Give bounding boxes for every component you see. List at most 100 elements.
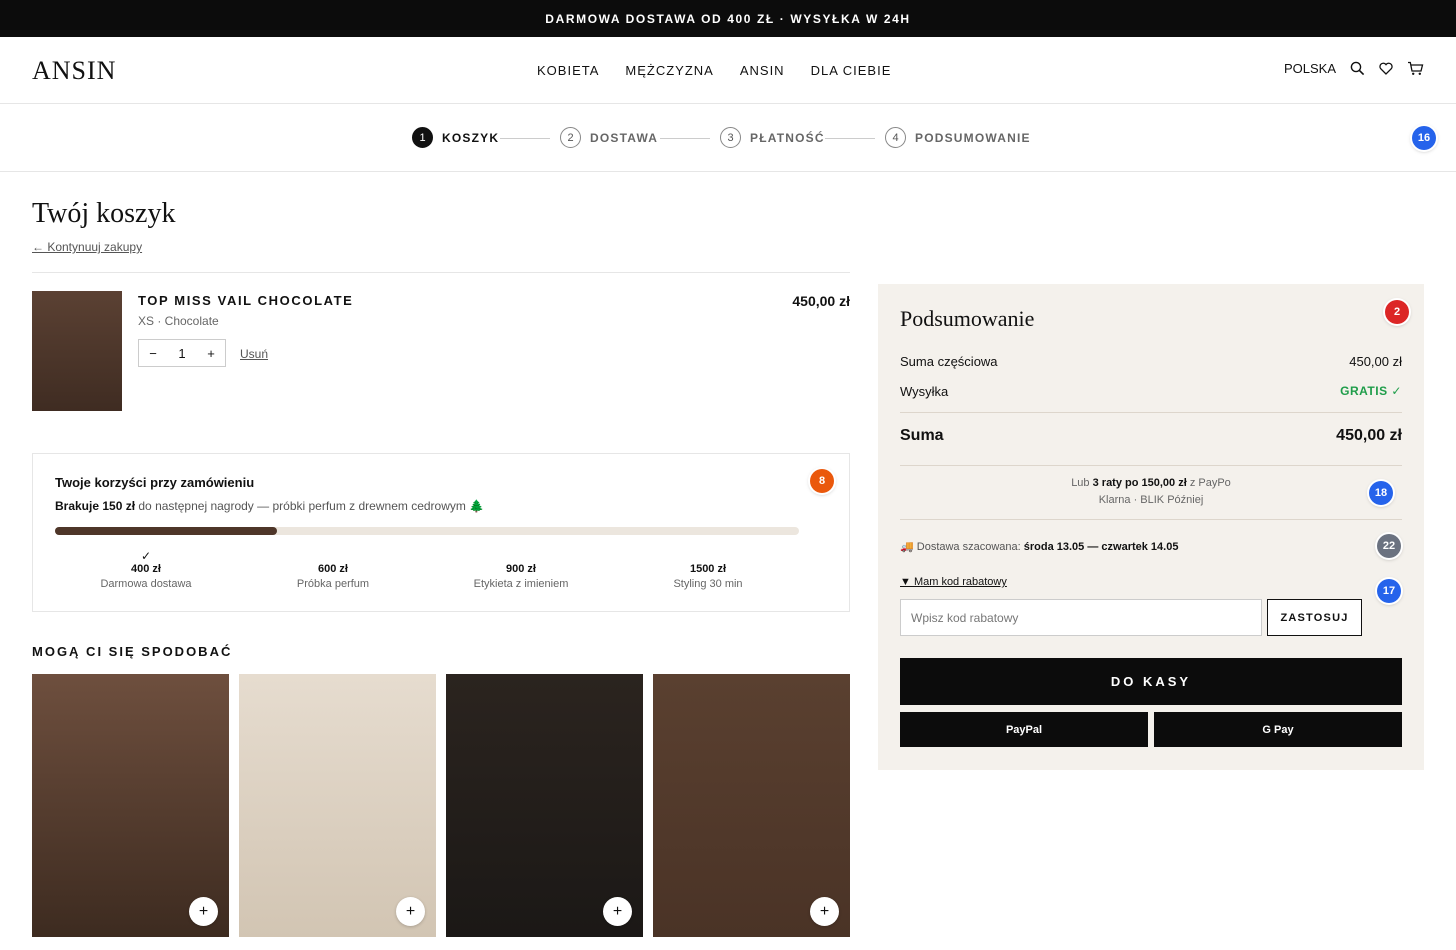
checkout-steps: 1 KOSZYK 2 DOSTAWA 3 PŁATNOŚĆ 4 PODSUMOW…: [0, 104, 1456, 172]
summary-title: Podsumowanie: [900, 306, 1035, 331]
add-to-cart-button[interactable]: +: [396, 897, 425, 926]
benefits-progress-fill: [55, 527, 277, 535]
delivery-label: 🚚 Dostawa szacowana:: [900, 541, 1024, 553]
total-row: Suma 450,00 zł: [900, 427, 1402, 445]
installments-provider: z PayPo: [1186, 477, 1231, 489]
tier-label: Próbka perfum: [296, 578, 370, 590]
site-header: ANSIN KOBIETA MĘŻCZYZNA ANSIN DLA CIEBIE…: [0, 37, 1456, 104]
header-actions: POLSKA: [1284, 61, 1424, 76]
remove-item-link[interactable]: Usuń: [240, 347, 268, 361]
step-connector: [500, 138, 550, 139]
divider: [900, 465, 1402, 466]
page-title: Twój koszyk: [32, 198, 176, 229]
country-selector[interactable]: POLSKA: [1284, 61, 1336, 76]
logo[interactable]: ANSIN: [32, 56, 116, 86]
increase-button[interactable]: +: [197, 346, 225, 361]
installments-amount: 3 raty po 150,00 zł: [1092, 477, 1187, 489]
nav-ansin[interactable]: ANSIN: [740, 63, 785, 78]
cart-item-price: 450,00 zł: [792, 293, 850, 309]
tier-label: Etykieta z imieniem: [473, 578, 569, 590]
subtotal-label: Suma częściowa: [900, 354, 998, 369]
tier-amount: 900 zł: [506, 563, 536, 575]
step-label: KOSZYK: [442, 130, 500, 145]
divider: [32, 272, 850, 273]
recommended-product[interactable]: +: [239, 674, 436, 937]
checkout-button[interactable]: DO KASY: [900, 658, 1402, 705]
order-summary: Podsumowanie 2 Suma częściowa 450,00 zł …: [878, 284, 1424, 770]
tier-name-label: 900 zł Etykieta z imieniem: [441, 549, 601, 590]
cart-icon[interactable]: [1407, 61, 1424, 76]
step-koszyk[interactable]: 1 KOSZYK: [412, 127, 499, 148]
nav-kobieta[interactable]: KOBIETA: [537, 63, 599, 78]
recommendations-title: MOGĄ CI SIĘ SPODOBAĆ: [32, 644, 233, 659]
total-label: Suma: [900, 427, 944, 444]
add-to-cart-button[interactable]: +: [603, 897, 632, 926]
search-icon[interactable]: [1350, 61, 1365, 76]
installments-prefix: Lub: [1071, 477, 1093, 489]
step-connector: [660, 138, 710, 139]
step-number: 4: [885, 127, 906, 148]
discount-code-toggle[interactable]: ▼ Mam kod rabatowy: [900, 576, 1007, 588]
add-to-cart-button[interactable]: +: [189, 897, 218, 926]
shipping-value: GRATIS ✓: [1340, 384, 1402, 398]
estimated-delivery: 🚚 Dostawa szacowana: środa 13.05 — czwar…: [900, 540, 1178, 553]
tier-styling: 1500 zł Styling 30 min: [628, 549, 788, 590]
main-nav: KOBIETA MĘŻCZYZNA ANSIN DLA CIEBIE: [537, 63, 891, 78]
check-icon: [253, 549, 413, 563]
benefits-rest: do następnej nagrody — próbki perfum z d…: [135, 499, 485, 513]
step-connector: [825, 138, 875, 139]
subtotal-value: 450,00 zł: [1349, 354, 1402, 369]
benefits-title: Twoje korzyści przy zamówieniu: [55, 475, 255, 490]
cart-item-image[interactable]: [32, 291, 122, 411]
tier-amount: 600 zł: [318, 563, 348, 575]
promo-text: DARMOWA DOSTAWA OD 400 ZŁ · WYSYŁKA W 24…: [545, 11, 911, 26]
gpay-button[interactable]: G Pay: [1154, 712, 1402, 747]
recommended-product[interactable]: +: [653, 674, 850, 937]
annotation-badge: 18: [1369, 481, 1393, 505]
divider: [900, 412, 1402, 413]
continue-shopping-link[interactable]: ← Kontynuuj zakupy: [32, 240, 142, 254]
check-icon: [628, 549, 788, 563]
divider: [900, 519, 1402, 520]
apply-code-button[interactable]: ZASTOSUJ: [1267, 599, 1362, 636]
quantity-value[interactable]: 1: [168, 346, 196, 361]
tier-amount: 400 zł: [131, 563, 161, 575]
benefits-subtitle: Brakuje 150 zł do następnej nagrody — pr…: [55, 499, 484, 513]
tier-label: Darmowa dostawa: [100, 578, 192, 590]
nav-mezczyzna[interactable]: MĘŻCZYZNA: [625, 63, 713, 78]
discount-code-input[interactable]: [900, 599, 1262, 636]
subtotal-row: Suma częściowa 450,00 zł: [900, 354, 1402, 369]
add-to-cart-button[interactable]: +: [810, 897, 839, 926]
check-icon: [441, 549, 601, 563]
step-dostawa[interactable]: 2 DOSTAWA: [560, 127, 658, 148]
recommended-product[interactable]: +: [446, 674, 643, 937]
benefits-panel: Twoje korzyści przy zamówieniu Brakuje 1…: [32, 453, 850, 612]
check-icon: ✓: [140, 549, 152, 563]
paypal-button[interactable]: PayPal: [900, 712, 1148, 747]
cart-item-name[interactable]: TOP MISS VAIL CHOCOLATE: [138, 293, 353, 308]
nav-dla-ciebie[interactable]: DLA CIEBIE: [811, 63, 892, 78]
step-label: DOSTAWA: [590, 130, 659, 145]
heart-icon[interactable]: [1379, 62, 1393, 75]
tier-perfume-sample: 600 zł Próbka perfum: [253, 549, 413, 590]
total-value: 450,00 zł: [1336, 427, 1402, 444]
recommended-product[interactable]: +: [32, 674, 229, 937]
promo-bar: DARMOWA DOSTAWA OD 400 ZŁ · WYSYŁKA W 24…: [0, 0, 1456, 37]
installments-info: Lub 3 raty po 150,00 zł z PayPo Klarna ·…: [900, 475, 1402, 509]
benefits-progress-track: [55, 527, 799, 535]
annotation-badge: 22: [1377, 534, 1401, 558]
step-number: 3: [720, 127, 741, 148]
step-platnosc[interactable]: 3 PŁATNOŚĆ: [720, 127, 825, 148]
shipping-row: Wysyłka GRATIS ✓: [900, 384, 1402, 399]
step-label: PŁATNOŚĆ: [750, 130, 825, 145]
tier-amount: 1500 zł: [689, 563, 727, 575]
step-number: 1: [412, 127, 433, 148]
annotation-badge: 8: [810, 469, 834, 493]
annotation-badge: 17: [1377, 579, 1401, 603]
tier-free-shipping: ✓ 400 zł Darmowa dostawa: [66, 549, 226, 590]
step-podsumowanie[interactable]: 4 PODSUMOWANIE: [885, 127, 1031, 148]
shipping-label: Wysyłka: [900, 384, 949, 399]
tier-label: Styling 30 min: [673, 578, 743, 590]
delivery-dates: środa 13.05 — czwartek 14.05: [1023, 541, 1179, 553]
decrease-button[interactable]: −: [139, 346, 167, 361]
